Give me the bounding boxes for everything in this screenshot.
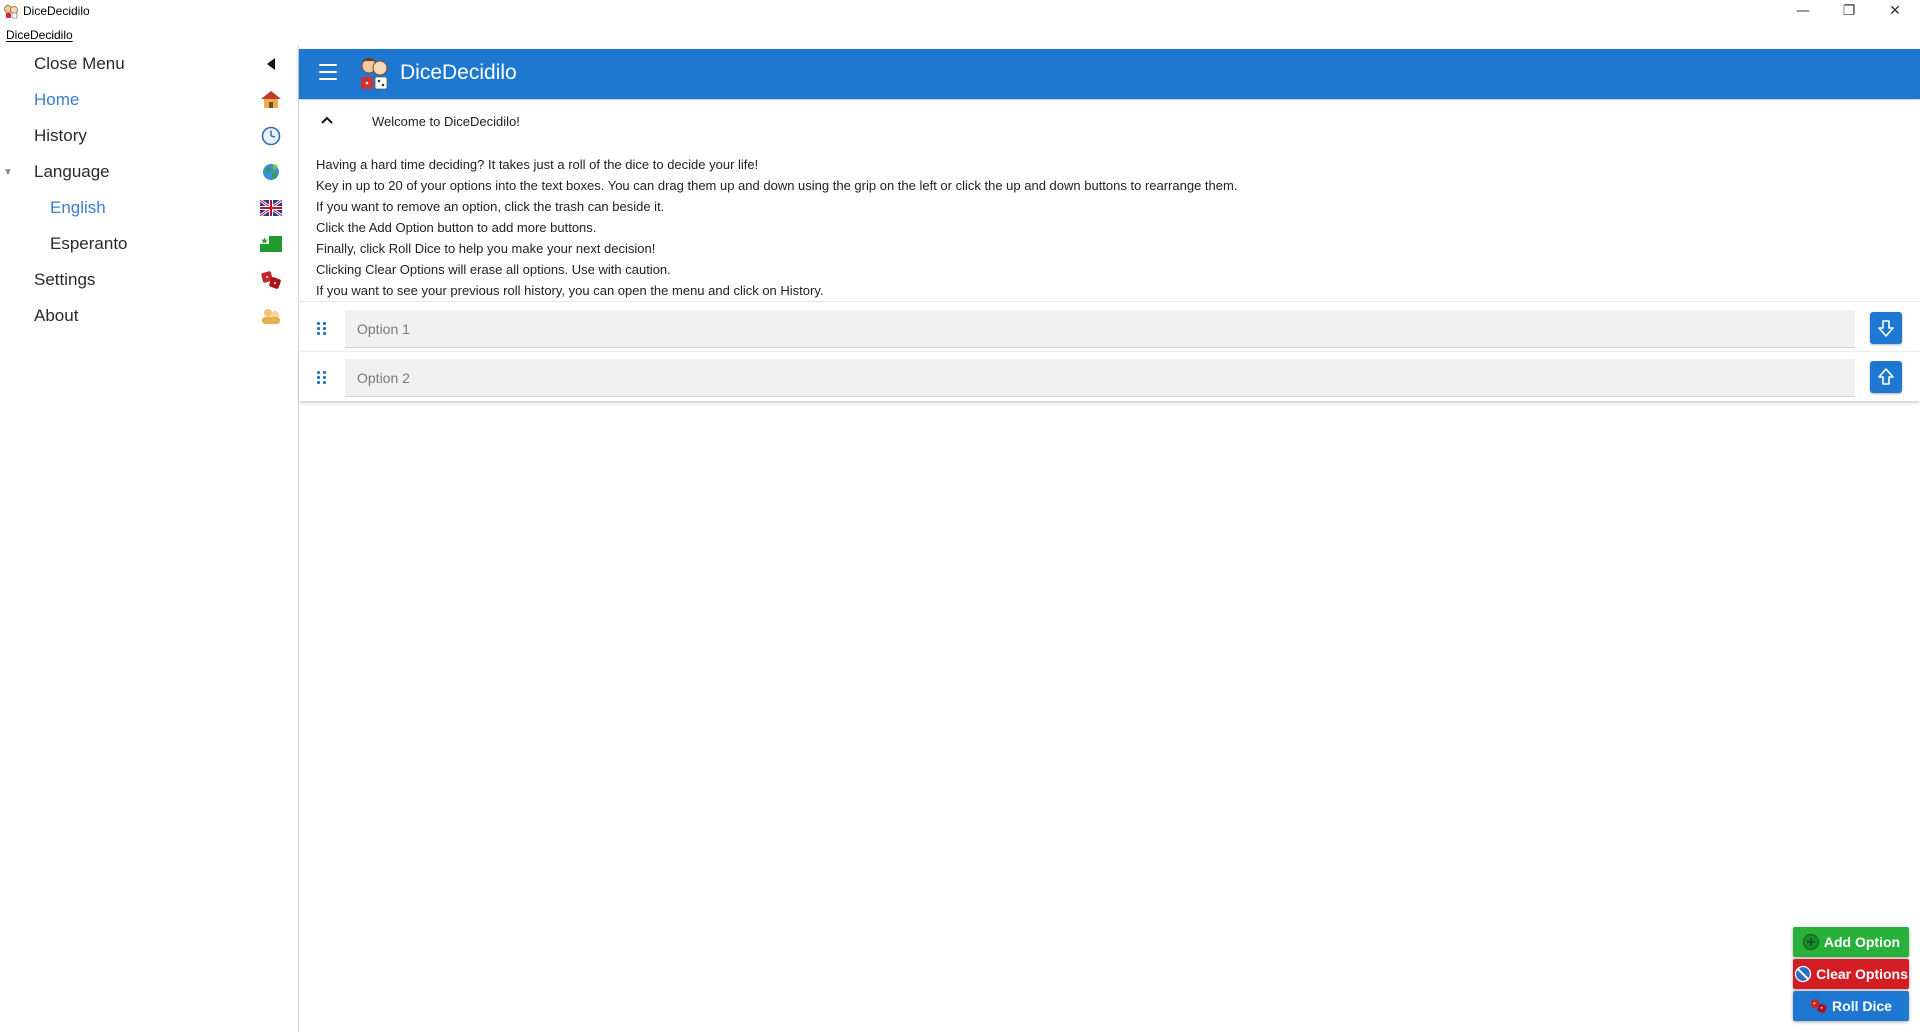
roll-dice-label: Roll Dice	[1832, 998, 1892, 1014]
sidebar-item-about[interactable]: About	[0, 299, 298, 333]
option-input[interactable]	[345, 310, 1855, 348]
arrow-down-icon	[1878, 320, 1894, 337]
hamburger-menu-icon[interactable]	[319, 64, 337, 80]
welcome-text: Having a hard time deciding? It takes ju…	[316, 154, 1237, 301]
window-title: DiceDecidilo	[23, 4, 90, 18]
drag-grip-icon[interactable]	[317, 322, 327, 335]
drag-grip-icon[interactable]	[317, 371, 327, 384]
welcome-line: If you want to remove an option, click t…	[316, 199, 665, 214]
app-icon	[4, 5, 18, 19]
sidebar-item-close-menu[interactable]: Close Menu	[0, 47, 298, 81]
welcome-line: Finally, click Roll Dice to help you mak…	[316, 241, 656, 256]
clear-icon	[1794, 965, 1812, 983]
add-icon	[1802, 933, 1820, 951]
welcome-line: Key in up to 20 of your options into the…	[316, 178, 1238, 193]
option-row	[299, 353, 1920, 401]
add-option-button[interactable]: Add Option	[1793, 927, 1909, 957]
option-row	[299, 304, 1920, 352]
caret-left-icon	[258, 51, 284, 77]
clear-options-button[interactable]: Clear Options	[1793, 959, 1909, 989]
move-up-button[interactable]	[1870, 361, 1902, 393]
expand-triangle-icon[interactable]: ▼	[3, 167, 13, 178]
dice-icon	[258, 267, 284, 293]
app-bar: DiceDecidilo	[299, 49, 1920, 99]
globe-icon	[258, 159, 284, 185]
welcome-line: If you want to see your previous roll hi…	[316, 283, 824, 298]
clock-icon	[258, 123, 284, 149]
arrow-up-icon	[1878, 368, 1894, 385]
sidebar-item-label: Language	[34, 162, 110, 181]
sidebar-item-home[interactable]: Home	[0, 83, 298, 117]
dice-icon	[1810, 997, 1828, 1015]
sidebar-item-history[interactable]: History	[0, 119, 298, 153]
move-down-button[interactable]	[1870, 312, 1902, 344]
add-option-label: Add Option	[1823, 934, 1901, 950]
clear-options-label: Clear Options	[1816, 966, 1908, 982]
welcome-panel: Welcome to DiceDecidilo! Having a hard t…	[299, 100, 1920, 302]
sidebar-item-label: Esperanto	[50, 234, 128, 253]
uk-flag-icon	[258, 195, 284, 221]
chevron-up-icon[interactable]	[319, 114, 335, 126]
welcome-line: Having a hard time deciding? It takes ju…	[316, 157, 759, 172]
window-titlebar: DiceDecidilo	[0, 0, 1920, 22]
sidebar-item-label: Home	[34, 90, 80, 109]
sidebar-item-language[interactable]: ▼ Language	[0, 155, 298, 189]
app-title: DiceDecidilo	[400, 61, 517, 84]
sidebar: Close Menu Home History ▼ Language Engli…	[0, 46, 299, 1032]
minimize-button[interactable]: —	[1780, 0, 1826, 22]
sidebar-item-esperanto[interactable]: Esperanto	[0, 227, 298, 261]
menu-strip-label[interactable]: DiceDecidilo	[6, 28, 73, 42]
maximize-button[interactable]: ❐	[1826, 0, 1872, 22]
info-icon	[258, 303, 284, 329]
sidebar-item-label: History	[34, 126, 87, 145]
sidebar-item-english[interactable]: English	[0, 191, 298, 225]
app-logo	[361, 58, 388, 90]
sidebar-item-label: English	[50, 198, 106, 217]
welcome-title: Welcome to DiceDecidilo!	[372, 114, 520, 129]
sidebar-item-label: Close Menu	[34, 54, 125, 73]
sidebar-item-label: Settings	[34, 270, 96, 289]
close-button[interactable]: ✕	[1872, 0, 1918, 22]
option-input[interactable]	[345, 359, 1855, 397]
esperanto-flag-icon	[258, 231, 284, 257]
welcome-line: Clicking Clear Options will erase all op…	[316, 262, 671, 277]
welcome-line: Click the Add Option button to add more …	[316, 220, 597, 235]
home-icon	[258, 87, 284, 113]
sidebar-item-label: About	[34, 306, 79, 325]
sidebar-item-settings[interactable]: Settings	[0, 263, 298, 297]
roll-dice-button[interactable]: Roll Dice	[1793, 991, 1909, 1021]
